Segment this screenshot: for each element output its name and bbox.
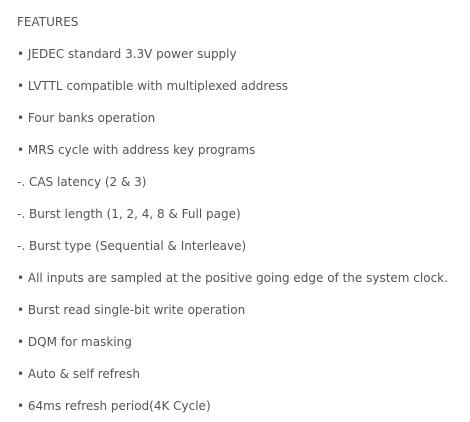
features-section: FEATURES • JEDEC standard 3.3V power sup… <box>17 12 462 416</box>
feature-item-burst-read-single-bit-write: • Burst read single-bit write operation <box>17 303 246 317</box>
feature-item-inputs-sampled: • All inputs are sampled at the positive… <box>17 271 448 285</box>
feature-item-auto-self-refresh: • Auto & self refresh <box>17 367 140 381</box>
feature-item-lvttl-compatible: • LVTTL compatible with multiplexed addr… <box>17 79 288 93</box>
features-heading: FEATURES <box>17 15 79 29</box>
feature-item-dqm-masking: • DQM for masking <box>17 335 132 349</box>
features-list: • JEDEC standard 3.3V power supply • LVT… <box>17 44 462 416</box>
feature-subitem-burst-type: -. Burst type (Sequential & Interleave) <box>17 239 247 253</box>
feature-item-mrs-cycle: • MRS cycle with address key programs <box>17 143 256 157</box>
feature-item-four-banks: • Four banks operation <box>17 111 156 125</box>
feature-item-refresh-period: • 64ms refresh period(4K Cycle) <box>17 399 211 413</box>
feature-item-jedec-power-supply: • JEDEC standard 3.3V power supply <box>17 47 237 61</box>
feature-subitem-burst-length: -. Burst length (1, 2, 4, 8 & Full page) <box>17 207 241 221</box>
feature-subitem-cas-latency: -. CAS latency (2 & 3) <box>17 175 147 189</box>
